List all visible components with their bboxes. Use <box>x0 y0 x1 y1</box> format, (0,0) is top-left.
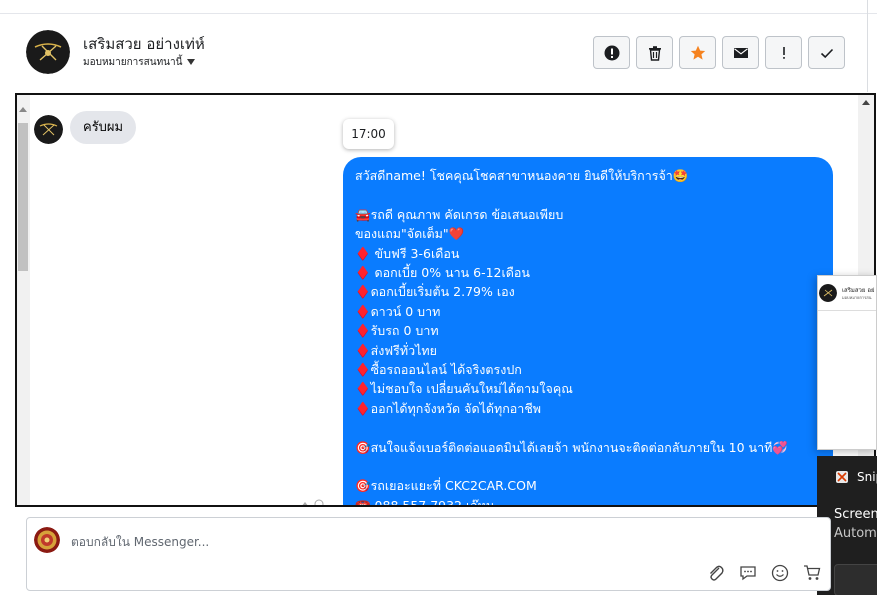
notification-body: Automa <box>834 526 877 541</box>
message-line: 🚘รถดี คุณภาพ คัดเกรด ข้อเสนอเพียบ <box>355 206 564 222</box>
check-icon <box>820 48 833 58</box>
envelope-icon <box>733 47 748 58</box>
message-line: ☎️ 088 557 7932 เจ๊หน <box>355 497 495 507</box>
notification-action-button[interactable] <box>834 564 877 595</box>
message-line: ♦️ดาวน์ 0 บาท <box>355 303 441 319</box>
snipping-tool-icon <box>836 471 848 483</box>
mark-done-button[interactable] <box>808 36 845 69</box>
notification-app-name: Snip <box>857 470 877 484</box>
emoji-button[interactable] <box>769 562 791 584</box>
trash-icon <box>648 45 661 61</box>
snip-preview-window[interactable]: เสริมสวย อย่ มอบหมายการสน <box>817 275 877 450</box>
paperclip-icon <box>710 565 724 581</box>
assign-label: มอบหมายการสนทนานี้ <box>83 57 183 68</box>
conversation-actions <box>593 36 845 69</box>
message-reaction-icons[interactable] <box>299 499 325 507</box>
outgoing-message: สวัสดีname! โชคคุณโชคสาขาหนองคาย ยินดีให… <box>343 157 833 507</box>
chat-bubble-icon <box>740 566 756 581</box>
attach-button[interactable] <box>705 562 727 584</box>
star-button[interactable] <box>679 36 716 69</box>
mark-spam-button[interactable] <box>765 36 802 69</box>
message-line: ♦️ซื้อรถออนไลน์ ได้จริงตรงปก <box>355 362 522 378</box>
top-divider <box>0 0 877 14</box>
saved-replies-button[interactable] <box>737 562 759 584</box>
star-icon <box>690 45 705 60</box>
message-line: ♦️ดอกเบี้ยเริ่มต้น 2.79% เอง <box>355 284 515 300</box>
message-line: 🎯รถเยอะแยะที่ CKC2CAR.COM <box>355 478 537 494</box>
message-line: สวัสดีname! โชคคุณโชคสาขาหนองคาย ยินดีให… <box>355 168 689 183</box>
snip-subtitle: มอบหมายการสน <box>842 295 872 300</box>
reply-input[interactable]: ตอบกลับใน Messenger... <box>71 533 209 552</box>
left-scrollbar[interactable] <box>17 95 30 505</box>
notification-title: Screens <box>834 507 877 522</box>
reply-composer[interactable]: ตอบกลับใน Messenger... <box>26 517 831 591</box>
message-thread: ครับผม 17:00 สวัสดีname! โชคคุณโชคสาขาหน… <box>15 93 876 507</box>
snip-avatar <box>819 284 837 302</box>
scroll-up-icon[interactable] <box>862 100 870 105</box>
exclamation-icon <box>782 46 785 59</box>
smiley-icon <box>771 564 789 582</box>
page-avatar[interactable] <box>26 30 70 74</box>
conversation-header: เสริมสวย อย่างเท่ห์ มอบหมายการสนทนานี้ <box>16 14 867 92</box>
message-line <box>355 457 821 476</box>
composer-toolbar <box>705 562 823 584</box>
report-button[interactable] <box>593 36 630 69</box>
assign-conversation-dropdown[interactable]: มอบหมายการสนทนานี้ <box>83 55 196 70</box>
message-line <box>355 185 821 204</box>
delete-button[interactable] <box>636 36 673 69</box>
incoming-message: ครับผม <box>70 111 137 144</box>
share-icon[interactable] <box>299 499 325 507</box>
cart-button[interactable] <box>801 562 823 584</box>
message-line: ♦️ไม่ชอบใจ เปลี่ยนคันใหม่ได้ตามใจคุณ <box>355 381 573 397</box>
exclamation-circle-icon <box>604 45 619 60</box>
right-divider <box>867 0 868 92</box>
caret-down-icon <box>187 59 196 65</box>
message-line: ♦️ ขับฟรี 3-6เดือน <box>355 245 460 261</box>
composer-avatar <box>34 527 60 553</box>
message-timestamp: 17:00 <box>343 119 394 149</box>
message-line: ♦️ ดอกเบี้ย 0% นาน 6-12เดือน <box>355 265 530 281</box>
message-line: ♦️ส่งฟรีทั่วไทย <box>355 342 437 358</box>
snip-divider <box>818 310 876 311</box>
page-title: เสริมสวย อย่างเท่ห์ <box>83 35 205 53</box>
message-line <box>355 418 821 437</box>
message-line: ♦️ออกได้ทุกจังหวัด จัดได้ทุกอาชีพ <box>355 400 542 416</box>
message-line: ของแถม"จัดเต็ม"❤️ <box>355 226 465 242</box>
scrollbar-thumb[interactable] <box>18 123 28 271</box>
message-line: 🎯สนใจแจ้งเบอร์ติดต่อแอดมินได้เลยจ้า พนัก… <box>355 439 788 455</box>
cart-icon <box>804 565 821 580</box>
mark-unread-button[interactable] <box>722 36 759 69</box>
sender-avatar <box>34 115 63 144</box>
message-line: ♦️รับรถ 0 บาท <box>355 323 439 339</box>
scroll-up-icon[interactable] <box>19 107 27 112</box>
